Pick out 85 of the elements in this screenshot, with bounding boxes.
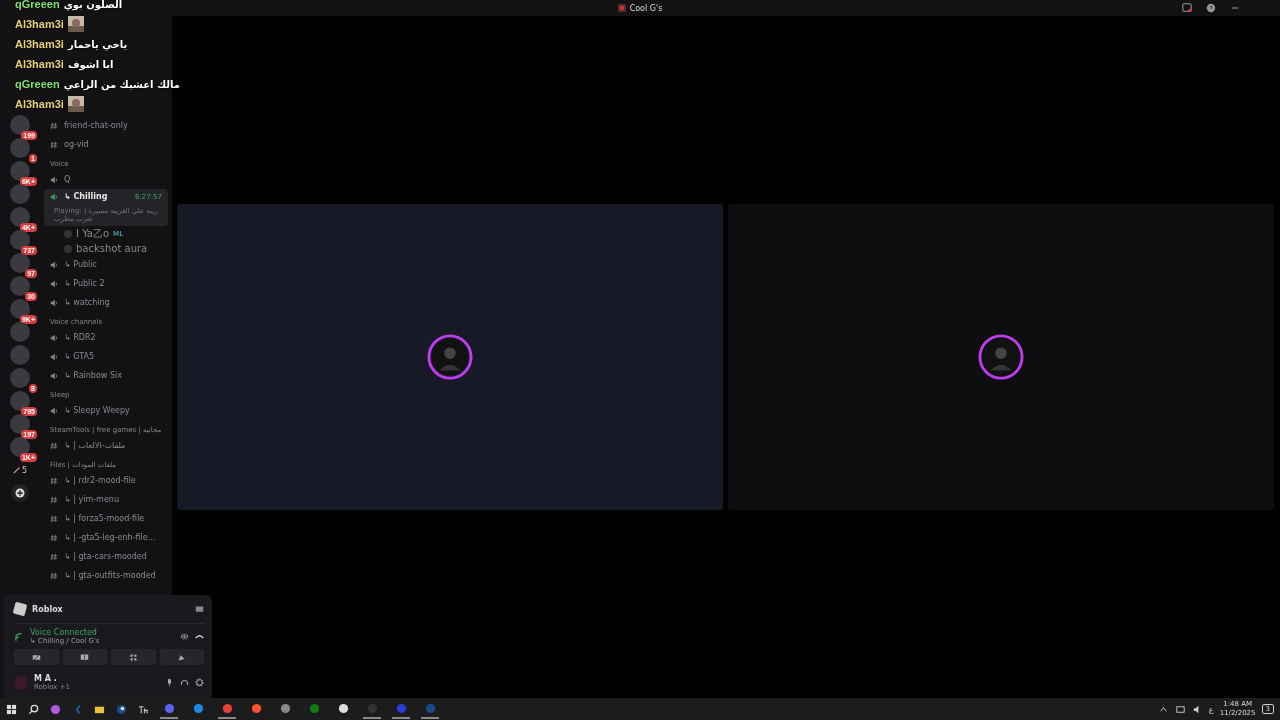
voice-channel[interactable]: ↳ Public 2 bbox=[44, 274, 168, 293]
grid-icon bbox=[128, 652, 138, 662]
chat-username: Al3ham3i bbox=[15, 38, 64, 50]
camera-button[interactable] bbox=[14, 649, 59, 665]
server-folder[interactable]: 5 bbox=[10, 460, 30, 480]
hash-icon bbox=[50, 495, 58, 504]
game-icon bbox=[12, 601, 28, 617]
voice-channel[interactable]: ↳ RDR2 bbox=[44, 328, 168, 347]
chat-username: qGreeen bbox=[15, 78, 60, 90]
app-icon bbox=[192, 702, 204, 714]
app-icon[interactable] bbox=[138, 703, 149, 715]
text-channel[interactable]: ↳ | rdr2-mood-file bbox=[44, 471, 168, 490]
activities-button[interactable] bbox=[111, 649, 156, 665]
chat-username: Al3ham3i bbox=[15, 18, 64, 30]
speaker-icon bbox=[50, 260, 58, 269]
app-icon bbox=[279, 702, 291, 714]
chat-message: مالك اعشيك من الراعي bbox=[63, 78, 180, 90]
speaker-icon bbox=[50, 352, 58, 361]
disconnect-icon[interactable] bbox=[195, 632, 204, 641]
text-channel[interactable]: ↳ | -gta5-leg-enh-file... bbox=[44, 528, 168, 547]
chat-username: qGreeen bbox=[15, 0, 60, 10]
language-indicator[interactable]: ع bbox=[1208, 704, 1214, 714]
hash-icon bbox=[50, 140, 58, 149]
folder-count: 5 bbox=[21, 465, 28, 475]
voice-channel[interactable]: ↳ Public bbox=[44, 255, 168, 274]
app-icon bbox=[395, 702, 407, 714]
speaker-icon bbox=[50, 333, 58, 342]
voice-channel[interactable]: ↳ watching bbox=[44, 293, 168, 312]
search-icon[interactable] bbox=[28, 703, 39, 715]
hash-icon bbox=[50, 476, 58, 485]
username: M A . bbox=[34, 674, 58, 683]
voice-channel[interactable]: ↳ Sleepy Weepy bbox=[44, 401, 168, 420]
app-icon bbox=[250, 702, 262, 714]
camera-off-icon bbox=[31, 652, 41, 662]
add-server-icon[interactable] bbox=[11, 484, 29, 502]
text-channel[interactable]: ↳ | yim-menu bbox=[44, 490, 168, 509]
hash-icon bbox=[50, 552, 58, 561]
hash-icon bbox=[50, 514, 58, 523]
speaker-icon bbox=[50, 406, 58, 415]
app-icon bbox=[221, 702, 233, 714]
steam-icon[interactable] bbox=[116, 703, 127, 715]
voice-channel[interactable]: Q bbox=[44, 170, 168, 189]
speaker-icon bbox=[50, 175, 58, 184]
text-channel[interactable]: ↳ | ملفات-الالعاب bbox=[44, 436, 168, 455]
speaker-icon bbox=[50, 279, 58, 288]
app-icon bbox=[163, 702, 175, 714]
text-channel[interactable]: ↳ | gta-cars-mooded bbox=[44, 547, 168, 566]
chat-message: ابا اشوف bbox=[67, 58, 114, 70]
copilot-icon[interactable] bbox=[50, 703, 61, 715]
hash-icon bbox=[50, 121, 58, 130]
screen-share-button[interactable] bbox=[62, 649, 107, 665]
voice-channel[interactable]: ↳ Rainbow Six bbox=[44, 366, 168, 385]
app-icon bbox=[337, 702, 349, 714]
hash-icon bbox=[50, 533, 58, 542]
signal-icon bbox=[14, 631, 24, 642]
hash-icon bbox=[50, 441, 58, 450]
activity-name: Roblox bbox=[32, 604, 63, 614]
hash-icon bbox=[50, 571, 58, 580]
speaker-icon bbox=[50, 192, 58, 201]
wand-icon bbox=[12, 466, 21, 474]
text-channel[interactable]: og-vid bbox=[44, 135, 168, 154]
app-icon bbox=[424, 702, 436, 714]
network-icon[interactable] bbox=[1174, 703, 1186, 715]
app-icon bbox=[308, 702, 320, 714]
headphones-icon[interactable] bbox=[180, 678, 189, 687]
chat-username: Al3ham3i bbox=[15, 98, 64, 110]
text-channel[interactable]: ↳ | gta-outfits-mooded bbox=[44, 566, 168, 585]
voice-user[interactable]: backshot aura bbox=[44, 242, 168, 255]
inbox-icon[interactable] bbox=[1182, 3, 1192, 13]
help-icon[interactable] bbox=[1206, 3, 1216, 13]
video-tile[interactable] bbox=[728, 204, 1274, 510]
text-channel[interactable]: ↳ | forza5-mood-file bbox=[44, 509, 168, 528]
chat-username: Al3ham3i bbox=[15, 58, 64, 70]
settings-icon[interactable] bbox=[195, 678, 204, 687]
video-tile[interactable] bbox=[177, 204, 723, 510]
voice-channel[interactable]: ↳ GTA5 bbox=[44, 347, 168, 366]
text-channel[interactable]: friend-chat-only bbox=[44, 116, 168, 135]
voice-status: Voice Connected bbox=[30, 628, 98, 637]
chat-message: الصلون بوي bbox=[63, 0, 123, 10]
start-icon[interactable] bbox=[6, 703, 17, 715]
window-title: Cool G's bbox=[629, 3, 663, 13]
chat-message: ياخي ياحمار bbox=[67, 38, 128, 50]
speaker-icon bbox=[50, 298, 58, 307]
microphone-icon[interactable] bbox=[165, 678, 174, 687]
speaker-icon bbox=[50, 371, 58, 380]
